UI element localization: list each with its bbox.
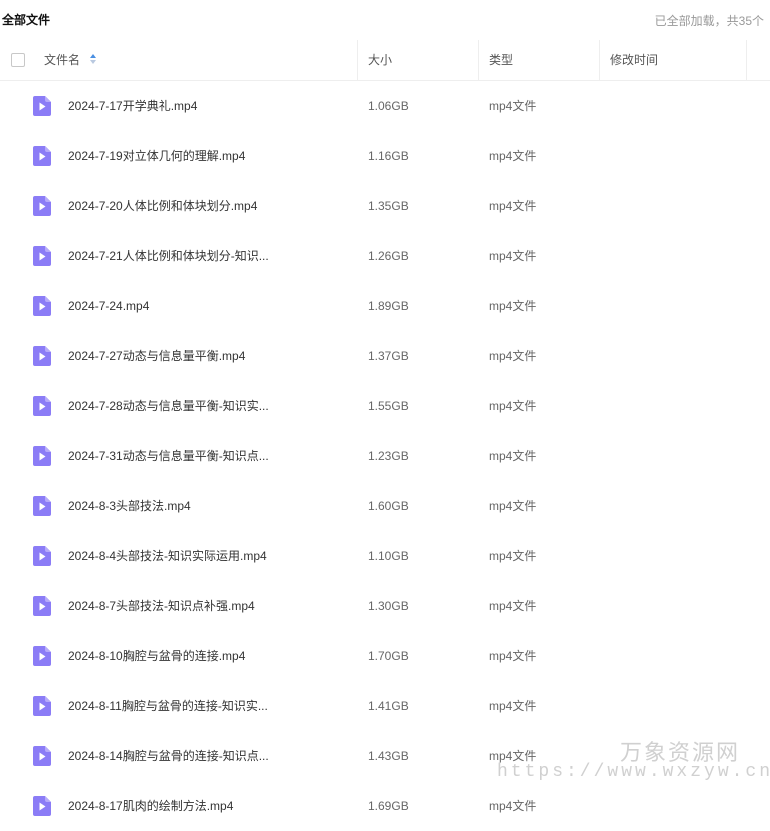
- column-divider[interactable]: [478, 40, 479, 80]
- page-title: 全部文件: [2, 13, 51, 27]
- file-type: mp4文件: [489, 449, 537, 463]
- file-row[interactable]: 2024-8-4头部技法-知识实际运用.mp4 1.10GB mp4文件: [0, 531, 770, 581]
- file-name[interactable]: 2024-8-3头部技法.mp4: [68, 481, 191, 531]
- file-type: mp4文件: [489, 249, 537, 263]
- file-row[interactable]: 2024-7-17开学典礼.mp4 1.06GB mp4文件: [0, 81, 770, 131]
- video-file-icon: [33, 446, 51, 466]
- column-modified-header[interactable]: 修改时间: [610, 40, 658, 80]
- file-type: mp4文件: [489, 649, 537, 663]
- video-file-icon: [33, 96, 51, 116]
- file-name[interactable]: 2024-8-11胸腔与盆骨的连接-知识实...: [68, 681, 268, 731]
- file-type: mp4文件: [489, 149, 537, 163]
- file-type: mp4文件: [489, 199, 537, 213]
- video-file-icon: [33, 596, 51, 616]
- file-row[interactable]: 2024-8-11胸腔与盆骨的连接-知识实... 1.41GB mp4文件: [0, 681, 770, 731]
- video-file-icon: [33, 146, 51, 166]
- column-divider[interactable]: [357, 40, 358, 80]
- file-row[interactable]: 2024-8-17肌肉的绘制方法.mp4 1.69GB mp4文件: [0, 781, 770, 831]
- file-name[interactable]: 2024-7-31动态与信息量平衡-知识点...: [68, 431, 269, 481]
- sort-icon[interactable]: [89, 53, 97, 65]
- file-size: 1.43GB: [368, 749, 409, 763]
- file-type: mp4文件: [489, 599, 537, 613]
- file-type: mp4文件: [489, 799, 537, 813]
- top-bar: 全部文件 已全部加载，共35个: [0, 0, 770, 38]
- select-all-checkbox[interactable]: [11, 53, 25, 67]
- file-name[interactable]: 2024-8-17肌肉的绘制方法.mp4: [68, 781, 233, 831]
- file-size: 1.23GB: [368, 449, 409, 463]
- file-size: 1.70GB: [368, 649, 409, 663]
- file-size: 1.69GB: [368, 799, 409, 813]
- file-size: 1.16GB: [368, 149, 409, 163]
- file-name[interactable]: 2024-8-7头部技法-知识点补强.mp4: [68, 581, 255, 631]
- file-type: mp4文件: [489, 549, 537, 563]
- file-name[interactable]: 2024-7-27动态与信息量平衡.mp4: [68, 331, 245, 381]
- watermark-url: https://www.wxzyw.cn: [497, 762, 770, 782]
- file-row[interactable]: 2024-7-24.mp4 1.89GB mp4文件: [0, 281, 770, 331]
- file-size: 1.89GB: [368, 299, 409, 313]
- file-name[interactable]: 2024-7-28动态与信息量平衡-知识实...: [68, 381, 269, 431]
- file-size: 1.41GB: [368, 699, 409, 713]
- video-file-icon: [33, 796, 51, 816]
- file-type: mp4文件: [489, 99, 537, 113]
- file-row[interactable]: 2024-8-10胸腔与盆骨的连接.mp4 1.70GB mp4文件: [0, 631, 770, 681]
- video-file-icon: [33, 296, 51, 316]
- file-list: 2024-7-17开学典礼.mp4 1.06GB mp4文件 2024-7-19对立体…: [0, 81, 770, 831]
- video-file-icon: [33, 346, 51, 366]
- file-name[interactable]: 2024-7-20人体比例和体块划分.mp4: [68, 181, 257, 231]
- column-type-header[interactable]: 类型: [489, 40, 513, 80]
- video-file-icon: [33, 496, 51, 516]
- file-type: mp4文件: [489, 699, 537, 713]
- video-file-icon: [33, 396, 51, 416]
- video-file-icon: [33, 746, 51, 766]
- file-type: mp4文件: [489, 399, 537, 413]
- file-name[interactable]: 2024-8-10胸腔与盆骨的连接.mp4: [68, 631, 245, 681]
- file-type: mp4文件: [489, 299, 537, 313]
- video-file-icon: [33, 246, 51, 266]
- file-type: mp4文件: [489, 499, 537, 513]
- file-size: 1.10GB: [368, 549, 409, 563]
- file-row[interactable]: 2024-8-7头部技法-知识点补强.mp4 1.30GB mp4文件: [0, 581, 770, 631]
- video-file-icon: [33, 696, 51, 716]
- file-size: 1.26GB: [368, 249, 409, 263]
- column-size-header[interactable]: 大小: [368, 40, 392, 80]
- file-row[interactable]: 2024-7-31动态与信息量平衡-知识点... 1.23GB mp4文件: [0, 431, 770, 481]
- file-row[interactable]: 2024-7-19对立体几何的理解.mp4 1.16GB mp4文件: [0, 131, 770, 181]
- file-row[interactable]: 2024-7-20人体比例和体块划分.mp4 1.35GB mp4文件: [0, 181, 770, 231]
- video-file-icon: [33, 546, 51, 566]
- file-size: 1.60GB: [368, 499, 409, 513]
- file-size: 1.06GB: [368, 99, 409, 113]
- table-header: 文件名 大小 类型 修改时间: [0, 40, 770, 81]
- video-file-icon: [33, 196, 51, 216]
- file-size: 1.35GB: [368, 199, 409, 213]
- column-divider[interactable]: [599, 40, 600, 80]
- file-row[interactable]: 2024-7-28动态与信息量平衡-知识实... 1.55GB mp4文件: [0, 381, 770, 431]
- file-name[interactable]: 2024-7-24.mp4: [68, 281, 149, 331]
- file-row[interactable]: 2024-7-21人体比例和体块划分-知识... 1.26GB mp4文件: [0, 231, 770, 281]
- file-row[interactable]: 2024-8-3头部技法.mp4 1.60GB mp4文件: [0, 481, 770, 531]
- video-file-icon: [33, 646, 51, 666]
- file-name[interactable]: 2024-8-14胸腔与盆骨的连接-知识点...: [68, 731, 269, 781]
- column-name-header[interactable]: 文件名: [44, 40, 80, 80]
- file-type: mp4文件: [489, 349, 537, 363]
- file-size: 1.55GB: [368, 399, 409, 413]
- file-name[interactable]: 2024-7-21人体比例和体块划分-知识...: [68, 231, 269, 281]
- file-name[interactable]: 2024-7-17开学典礼.mp4: [68, 81, 197, 131]
- loaded-count: 已全部加载，共35个: [654, 14, 764, 28]
- file-size: 1.30GB: [368, 599, 409, 613]
- file-size: 1.37GB: [368, 349, 409, 363]
- file-name[interactable]: 2024-8-4头部技法-知识实际运用.mp4: [68, 531, 267, 581]
- column-divider[interactable]: [746, 40, 747, 80]
- file-row[interactable]: 2024-7-27动态与信息量平衡.mp4 1.37GB mp4文件: [0, 331, 770, 381]
- file-name[interactable]: 2024-7-19对立体几何的理解.mp4: [68, 131, 245, 181]
